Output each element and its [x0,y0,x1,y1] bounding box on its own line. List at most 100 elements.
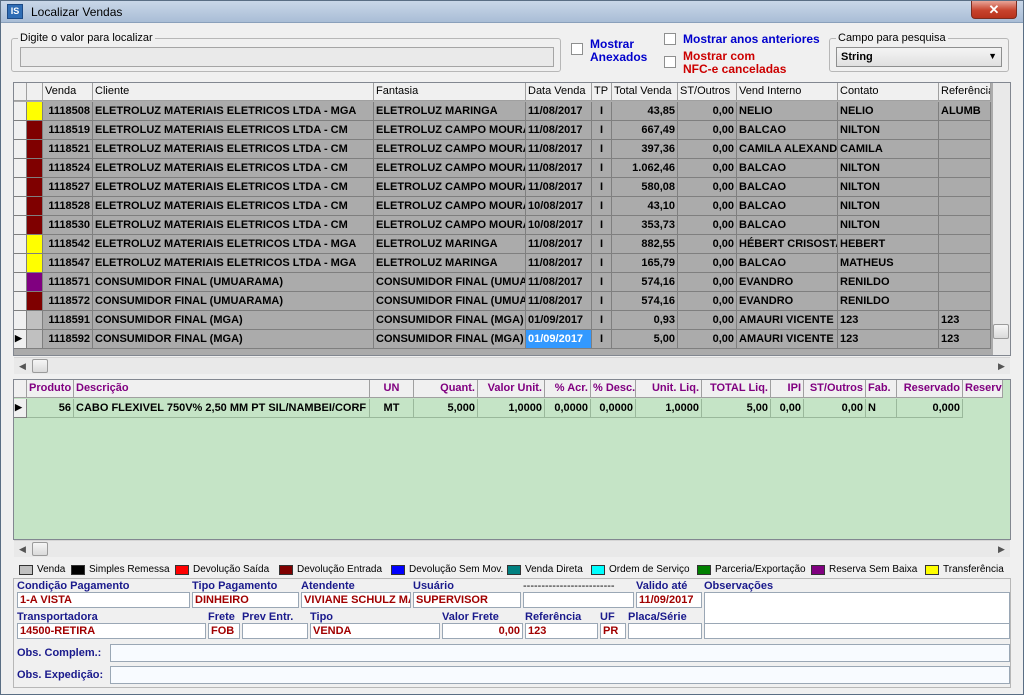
sales-cell-data[interactable]: 10/08/2017 [526,216,592,235]
sales-cell-contato[interactable]: NILTON [838,159,939,178]
sales-cell-ref[interactable] [939,216,991,235]
usuario-field[interactable]: SUPERVISOR [413,592,521,608]
sales-cell-data[interactable]: 11/08/2017 [526,178,592,197]
sales-cell-data[interactable]: 11/08/2017 [526,121,592,140]
sales-cell-total[interactable]: 574,16 [612,273,678,292]
column-header[interactable]: Unit. Liq. [636,380,702,398]
sales-cell-fantasia[interactable]: CONSUMIDOR FINAL (UMUAR [374,292,526,311]
sales-cell-venda[interactable]: 1118530 [43,216,93,235]
item-cell-acr[interactable]: 0,0000 [545,399,591,418]
sales-cell-st[interactable]: 0,00 [678,197,737,216]
column-header[interactable]: Cliente [93,83,374,101]
sales-cell-tp[interactable]: I [592,292,612,311]
sales-cell-vend[interactable]: BALCAO [737,216,838,235]
sales-cell-data[interactable]: 10/08/2017 [526,197,592,216]
sales-cell-total[interactable]: 0,93 [612,311,678,330]
sales-cell-total[interactable]: 667,49 [612,121,678,140]
column-header[interactable]: Descrição [74,380,370,398]
item-cell-reservado[interactable]: 0,000 [897,399,963,418]
item-cell-desc[interactable]: 0,0000 [591,399,636,418]
sales-cell-contato[interactable]: HEBERT [838,235,939,254]
search-input[interactable] [20,47,554,67]
observacoes-field[interactable] [704,592,1010,624]
sales-cell-contato[interactable]: RENILDO [838,292,939,311]
sales-cell-vend[interactable]: BALCAO [737,254,838,273]
anos-anteriores-checkbox[interactable] [664,33,676,45]
sales-cell-total[interactable]: 353,73 [612,216,678,235]
sales-cell-contato[interactable]: MATHEUS [838,254,939,273]
sales-cell-contato[interactable]: 123 [838,330,939,349]
sales-cell-st[interactable]: 0,00 [678,102,737,121]
sales-cell-data[interactable]: 11/08/2017 [526,140,592,159]
column-header[interactable]: Valor Unit. [478,380,545,398]
sales-cell-tp[interactable]: I [592,102,612,121]
sales-cell-ref[interactable] [939,254,991,273]
sales-cell-total[interactable]: 5,00 [612,330,678,349]
sales-cell-st[interactable]: 0,00 [678,273,737,292]
scroll-right-icon[interactable]: ▶ [993,358,1010,375]
sales-cell-total[interactable]: 43,85 [612,102,678,121]
items-hscroll[interactable]: ◀ ▶ [14,540,1010,557]
sales-vscroll[interactable] [993,83,1010,355]
sales-cell-data[interactable]: 11/08/2017 [526,254,592,273]
sales-cell-data[interactable]: 11/08/2017 [526,159,592,178]
column-header[interactable]: Venda [43,83,93,101]
sales-cell-ref[interactable] [939,273,991,292]
sales-cell-vend[interactable]: AMAURI VICENTE D [737,330,838,349]
sales-cell-cliente[interactable]: CONSUMIDOR FINAL (MGA) [93,330,374,349]
tipo-pagamento-field[interactable]: DINHEIRO [192,592,299,608]
sales-cell-st[interactable]: 0,00 [678,178,737,197]
item-cell-unit[interactable]: 1,0000 [636,399,702,418]
column-header[interactable]: IPI [771,380,804,398]
observacoes-field-2[interactable] [704,623,1010,639]
scroll-thumb[interactable] [993,324,1009,339]
sales-cell-venda[interactable]: 1118591 [43,311,93,330]
scroll-thumb[interactable] [32,359,48,373]
sales-cell-tp[interactable]: I [592,330,612,349]
sales-cell-ref[interactable] [939,121,991,140]
campo-pesquisa-select[interactable]: String ▼ [836,47,1002,67]
column-header[interactable]: % Acr. [545,380,591,398]
sales-cell-fantasia[interactable]: ELETROLUZ MARINGA [374,254,526,273]
sales-cell-data[interactable]: 01/09/2017 [526,330,592,349]
column-header[interactable]: Vend Interno [737,83,838,101]
sales-cell-total[interactable]: 1.062,46 [612,159,678,178]
column-header[interactable]: ST/Outros [678,83,737,101]
sales-cell-fantasia[interactable]: ELETROLUZ CAMPO MOURA [374,121,526,140]
sales-cell-total[interactable]: 165,79 [612,254,678,273]
sales-cell-ref[interactable] [939,197,991,216]
item-cell-st[interactable]: 0,00 [804,399,866,418]
column-header[interactable]: Data Venda [526,83,592,101]
sales-cell-vend[interactable]: NELIO [737,102,838,121]
sales-cell-cliente[interactable]: CONSUMIDOR FINAL (UMUARAMA) [93,273,374,292]
sales-cell-st[interactable]: 0,00 [678,121,737,140]
obs-expedicao-field[interactable] [110,666,1010,684]
sales-cell-st[interactable]: 0,00 [678,330,737,349]
sales-cell-cliente[interactable]: ELETROLUZ MATERIAIS ELETRICOS LTDA - CM [93,121,374,140]
dashes-field[interactable] [523,592,634,608]
item-cell-fab[interactable]: N [866,399,897,418]
sales-cell-venda[interactable]: 1118572 [43,292,93,311]
sales-cell-fantasia[interactable]: ELETROLUZ MARINGA [374,235,526,254]
sales-cell-venda[interactable]: 1118527 [43,178,93,197]
sales-cell-cliente[interactable]: ELETROLUZ MATERIAIS ELETRICOS LTDA - CM [93,140,374,159]
sales-cell-fantasia[interactable]: CONSUMIDOR FINAL (MGA) [374,311,526,330]
sales-cell-ref[interactable] [939,178,991,197]
sales-cell-total[interactable]: 397,36 [612,140,678,159]
sales-cell-vend[interactable]: HÉBERT CRISOSTA [737,235,838,254]
sales-cell-vend[interactable]: EVANDRO [737,273,838,292]
sales-cell-venda[interactable]: 1118519 [43,121,93,140]
sales-cell-st[interactable]: 0,00 [678,292,737,311]
atendente-field[interactable]: VIVIANE SCHULZ MA [301,592,411,608]
item-cell-total[interactable]: 5,00 [702,399,771,418]
sales-cell-cliente[interactable]: ELETROLUZ MATERIAIS ELETRICOS LTDA - MGA [93,102,374,121]
sales-cell-tp[interactable]: I [592,178,612,197]
sales-cell-contato[interactable]: NELIO [838,102,939,121]
sales-cell-venda[interactable]: 1118528 [43,197,93,216]
sales-cell-contato[interactable]: NILTON [838,121,939,140]
obs-complem-field[interactable] [110,644,1010,662]
sales-cell-contato[interactable]: NILTON [838,216,939,235]
sales-cell-fantasia[interactable]: ELETROLUZ CAMPO MOURA [374,178,526,197]
sales-cell-tp[interactable]: I [592,197,612,216]
sales-cell-tp[interactable]: I [592,140,612,159]
